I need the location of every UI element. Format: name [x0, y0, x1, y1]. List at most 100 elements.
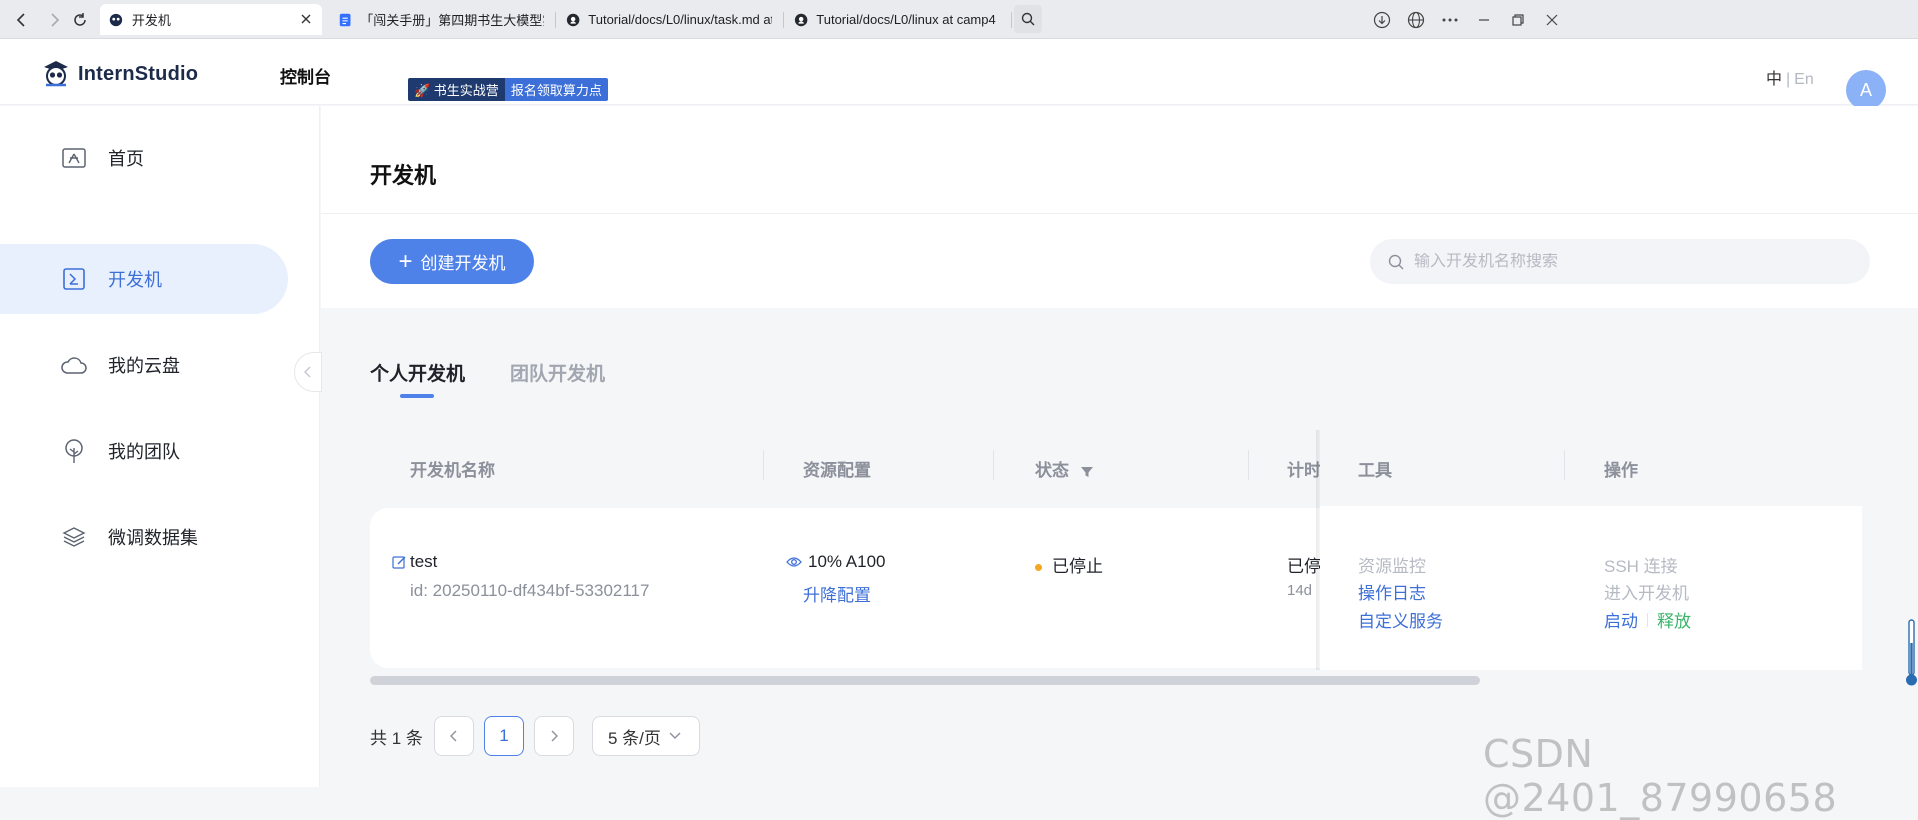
search-input[interactable] [1414, 252, 1834, 271]
pagination-total: 共 1 条 [370, 729, 423, 748]
resource-config: 10% A100 [786, 552, 886, 572]
team-icon [60, 437, 88, 465]
sidebar-item-home[interactable]: 首页 [0, 123, 288, 193]
home-icon [60, 144, 88, 172]
page-size-value: 5 条/页 [608, 728, 661, 748]
sidebar-item-dataset[interactable]: 微调数据集 [0, 502, 288, 572]
page-title: 开发机 [370, 163, 437, 188]
sidebar-item-devmachine[interactable]: 开发机 [0, 244, 288, 314]
sidebar-item-label: 我的团队 [108, 442, 180, 462]
chevron-down-icon [669, 732, 681, 739]
tab-title: Tutorial/docs/L0/linux at camp4 [816, 12, 996, 27]
promo-camp-label: 🚀 书生实战营 [408, 78, 505, 101]
lang-en[interactable]: En [1794, 71, 1814, 88]
tab-personal[interactable]: 个人开发机 [370, 359, 465, 386]
tab-divider [555, 12, 556, 28]
devmachine-name-text: test [410, 552, 438, 571]
devmachine-id: id: 20250110-df434bf-53302117 [410, 581, 650, 600]
status-text: 已停止 [1052, 557, 1103, 576]
column-divider [1248, 450, 1249, 480]
table-horizontal-scrollbar[interactable] [370, 676, 1480, 685]
devmachine-name[interactable]: test [392, 552, 437, 572]
tab-divider [783, 12, 784, 28]
status-header-label: 状态 [1035, 461, 1069, 480]
column-divider [763, 450, 764, 480]
console-link[interactable]: 控制台 [280, 63, 331, 88]
promo-signup-label: 报名领取算力点 [504, 78, 608, 101]
filter-icon[interactable] [1080, 465, 1094, 479]
edit-icon[interactable] [392, 555, 407, 570]
row-actions: 启动 释放 [1604, 607, 1691, 632]
restore-icon[interactable] [1506, 8, 1530, 32]
search-box[interactable] [1370, 239, 1870, 284]
terminal-icon [60, 265, 88, 293]
chevron-left-icon [450, 730, 457, 742]
page-number-button[interactable]: 1 [484, 716, 524, 756]
lang-zh[interactable]: 中 [1766, 71, 1782, 88]
github-favicon-icon [794, 13, 808, 26]
side-thermometer-icon[interactable] [1905, 618, 1918, 688]
fixed-columns-header [1320, 430, 1862, 506]
column-divider [993, 450, 994, 480]
column-header-status[interactable]: 状态 [1035, 456, 1094, 481]
sidebar-item-label: 我的云盘 [108, 356, 180, 376]
sidebar-item-cloud[interactable]: 我的云盘 [0, 330, 288, 400]
eye-icon[interactable] [786, 555, 802, 569]
tab-team[interactable]: 团队开发机 [510, 359, 605, 386]
create-button-label: 创建开发机 [420, 254, 506, 273]
tab-search-button[interactable] [1014, 5, 1042, 33]
plus-icon: + [398, 247, 413, 275]
chevron-left-icon [304, 366, 311, 378]
logo[interactable]: InternStudio [40, 59, 198, 89]
watermark: CSDN @2401_87990658 [1483, 732, 1838, 820]
resource-config-text: 10% A100 [808, 552, 886, 571]
reload-button[interactable] [68, 8, 92, 32]
page-size-select[interactable]: 5 条/页 [592, 716, 700, 756]
sidebar: 首页 开发机 我的云盘 我的团队 微调数据集 [0, 106, 320, 787]
back-button[interactable] [10, 8, 34, 32]
more-menu-icon[interactable] [1438, 8, 1462, 32]
browser-toolbar: 开发机 「闯关手册」第四期书生大模型实战 Tutorial/docs/L0/li… [0, 0, 1918, 39]
language-switch[interactable]: 中 | En [1766, 65, 1814, 89]
tab-title: Tutorial/docs/L0/linux/task.md at [588, 12, 772, 27]
close-window-icon[interactable] [1540, 8, 1564, 32]
custom-service-link[interactable]: 自定义服务 [1358, 607, 1443, 632]
action-divider [1647, 612, 1648, 627]
promo-banner[interactable]: 🚀 书生实战营 报名领取算力点 [408, 78, 608, 101]
close-tab-icon[interactable] [298, 11, 314, 27]
sidebar-item-label: 开发机 [108, 270, 162, 290]
status-dot [1035, 564, 1042, 572]
avatar[interactable]: A [1846, 70, 1886, 110]
lang-separator: | [1786, 71, 1791, 88]
intern-logo-icon [44, 61, 68, 87]
resize-config-link[interactable]: 升降配置 [803, 581, 871, 606]
enter-devmachine-link[interactable]: 进入开发机 [1604, 579, 1689, 604]
create-devmachine-button[interactable]: + 创建开发机 [370, 239, 534, 284]
browser-tab-active[interactable]: 开发机 [100, 4, 322, 35]
forward-button[interactable] [42, 8, 66, 32]
tab-title: 开发机 [131, 13, 171, 28]
globe-icon[interactable] [1404, 8, 1428, 32]
column-divider [1564, 450, 1565, 480]
active-tab-indicator [400, 394, 434, 398]
browser-tab[interactable]: Tutorial/docs/L0/linux at camp4 [786, 4, 1008, 35]
operation-log-link[interactable]: 操作日志 [1358, 579, 1426, 604]
release-button[interactable]: 释放 [1657, 607, 1691, 632]
next-page-button[interactable] [534, 716, 574, 756]
sidebar-item-team[interactable]: 我的团队 [0, 416, 288, 486]
download-icon[interactable] [1370, 8, 1394, 32]
doc-favicon-icon [339, 13, 351, 26]
logo-text: InternStudio [78, 62, 199, 85]
column-header-actions: 操作 [1604, 461, 1638, 480]
minimize-icon[interactable] [1472, 8, 1496, 32]
browser-tab[interactable]: 「闯关手册」第四期书生大模型实战 [330, 4, 552, 35]
resource-monitor-link[interactable]: 资源监控 [1358, 552, 1426, 577]
sidebar-item-label: 首页 [108, 149, 144, 169]
browser-tab[interactable]: Tutorial/docs/L0/linux/task.md at [558, 4, 780, 35]
chevron-right-icon [551, 730, 558, 742]
ssh-connect-link[interactable]: SSH 连接 [1604, 552, 1678, 577]
app-header: InternStudio 控制台 中 | En [0, 39, 1918, 105]
prev-page-button[interactable] [434, 716, 474, 756]
start-button[interactable]: 启动 [1604, 607, 1638, 632]
github-favicon-icon [566, 13, 580, 26]
